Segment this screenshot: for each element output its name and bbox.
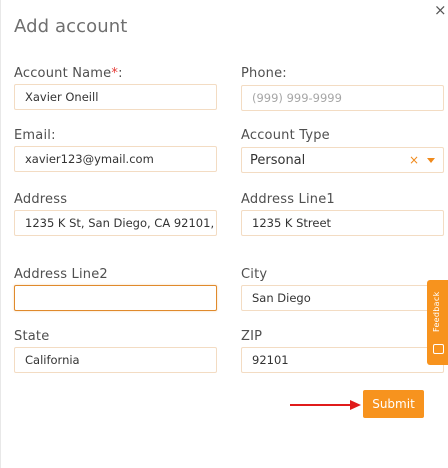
close-icon[interactable]: × — [434, 3, 447, 18]
feedback-icon — [433, 344, 444, 354]
account-name-label-text: Account Name — [14, 66, 112, 81]
zip-label: ZIP — [241, 329, 263, 344]
address-input[interactable]: 1235 K St, San Diego, CA 92101, US — [14, 210, 217, 236]
state-input[interactable]: California — [14, 347, 217, 373]
account-name-input[interactable]: Xavier Oneill — [14, 84, 217, 110]
phone-label: Phone: — [241, 66, 287, 81]
chevron-down-icon[interactable] — [427, 157, 435, 163]
submit-button[interactable]: Submit — [363, 390, 424, 418]
add-account-dialog: Add account × Account Name*: Xavier Onei… — [0, 0, 448, 468]
email-input[interactable]: xavier123@ymail.com — [14, 146, 217, 172]
email-label: Email: — [14, 128, 56, 143]
account-name-label-suffix: : — [118, 66, 123, 81]
city-input[interactable]: San Diego — [241, 285, 444, 311]
account-type-select[interactable]: Personal × — [241, 147, 444, 173]
state-label: State — [14, 329, 50, 344]
account-name-label: Account Name*: — [14, 66, 123, 81]
zip-input[interactable]: 92101 — [241, 347, 444, 373]
account-type-label: Account Type — [241, 128, 330, 143]
dialog-title: Add account — [14, 16, 128, 37]
account-type-value: Personal — [250, 152, 306, 168]
address-label: Address — [14, 192, 68, 207]
address-line2-label: Address Line2 — [14, 267, 108, 282]
address-line1-label: Address Line1 — [241, 192, 335, 207]
city-label: City — [241, 267, 268, 282]
address-line2-input[interactable] — [14, 285, 217, 311]
address-line1-input[interactable]: 1235 K Street — [241, 210, 444, 236]
arrow-right-icon — [290, 400, 361, 410]
phone-input[interactable]: (999) 999-9999 — [241, 85, 444, 111]
feedback-tab[interactable]: Feedback — [427, 280, 448, 365]
feedback-label: Feedback — [432, 291, 441, 333]
clear-icon[interactable]: × — [409, 153, 419, 167]
